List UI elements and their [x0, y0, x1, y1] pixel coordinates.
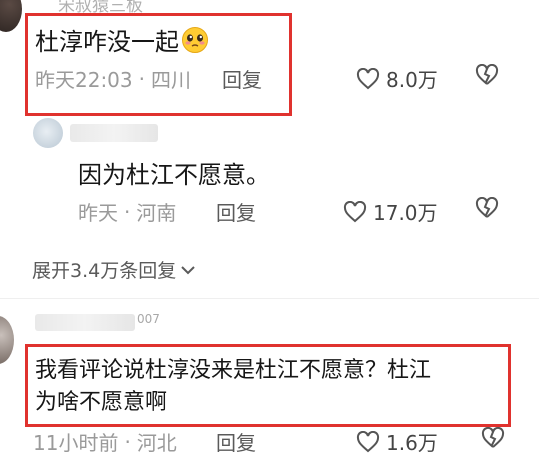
- comment-1-reply-button[interactable]: 回复: [222, 64, 262, 93]
- reply-like-button[interactable]: 17.0万: [343, 197, 438, 226]
- expand-replies-label: 展开3.4万条回复: [32, 260, 177, 282]
- comment-1-like-count: 8.0万: [386, 68, 438, 92]
- comment-3-time: 11小时前: [33, 431, 119, 455]
- comment-1-time: 昨天22:03: [35, 68, 133, 92]
- heart-icon: [343, 200, 367, 223]
- separator-dot: ·: [124, 199, 131, 224]
- reply-reply-button[interactable]: 回复: [216, 197, 256, 226]
- reply-time: 昨天: [78, 201, 118, 225]
- reply-location: 河南: [136, 201, 177, 225]
- comment-1-location: 四川: [151, 68, 191, 92]
- chevron-down-icon: [180, 264, 196, 276]
- comment-1-text-body: 杜淳咋没一起: [35, 28, 179, 56]
- comment-3-meta: 11小时前 · 河北: [33, 427, 177, 456]
- separator-dot: ·: [124, 429, 131, 454]
- reply-avatar[interactable]: [33, 118, 63, 148]
- comment-1-dislike-button[interactable]: [475, 64, 499, 86]
- broken-heart-icon: [475, 64, 499, 85]
- reply-meta: 昨天 · 河南: [78, 197, 176, 226]
- divider: [0, 298, 539, 299]
- comment-3-location: 河北: [136, 431, 177, 455]
- comment-1-text: 杜淳咋没一起: [35, 22, 209, 57]
- comment-3-username-redacted: [35, 314, 135, 331]
- heart-icon: [356, 430, 380, 453]
- comment-3-username-suffix: 007: [137, 312, 160, 326]
- comment-3-avatar[interactable]: [0, 316, 14, 364]
- comment-3-text-line-2: 为啥不愿意啊: [35, 390, 168, 415]
- broken-heart-icon: [481, 427, 505, 448]
- pleading-face-emoji-icon: [181, 26, 209, 54]
- comment-3-like-count: 1.6万: [386, 431, 438, 455]
- heart-icon: [356, 67, 380, 90]
- reply-username-redacted: [70, 124, 158, 142]
- comment-1-meta: 昨天22:03 · 四川: [35, 64, 191, 93]
- comment-3-reply-button[interactable]: 回复: [216, 427, 256, 456]
- comment-1-like-button[interactable]: 8.0万: [356, 64, 438, 93]
- reply-text: 因为杜江不愿意。: [78, 161, 270, 189]
- comment-3-like-button[interactable]: 1.6万: [356, 427, 438, 456]
- comment-3-text-line-1: 我看评论说杜淳没来是杜江不愿意？杜江: [35, 358, 432, 383]
- reply-dislike-button[interactable]: [475, 197, 499, 219]
- separator-dot: ·: [138, 66, 145, 91]
- broken-heart-icon: [475, 197, 499, 218]
- comment-3-dislike-button[interactable]: [481, 427, 505, 449]
- reply-like-count: 17.0万: [373, 201, 438, 225]
- expand-replies-button[interactable]: 展开3.4万条回复: [32, 256, 196, 283]
- comment-1-avatar[interactable]: [0, 0, 22, 32]
